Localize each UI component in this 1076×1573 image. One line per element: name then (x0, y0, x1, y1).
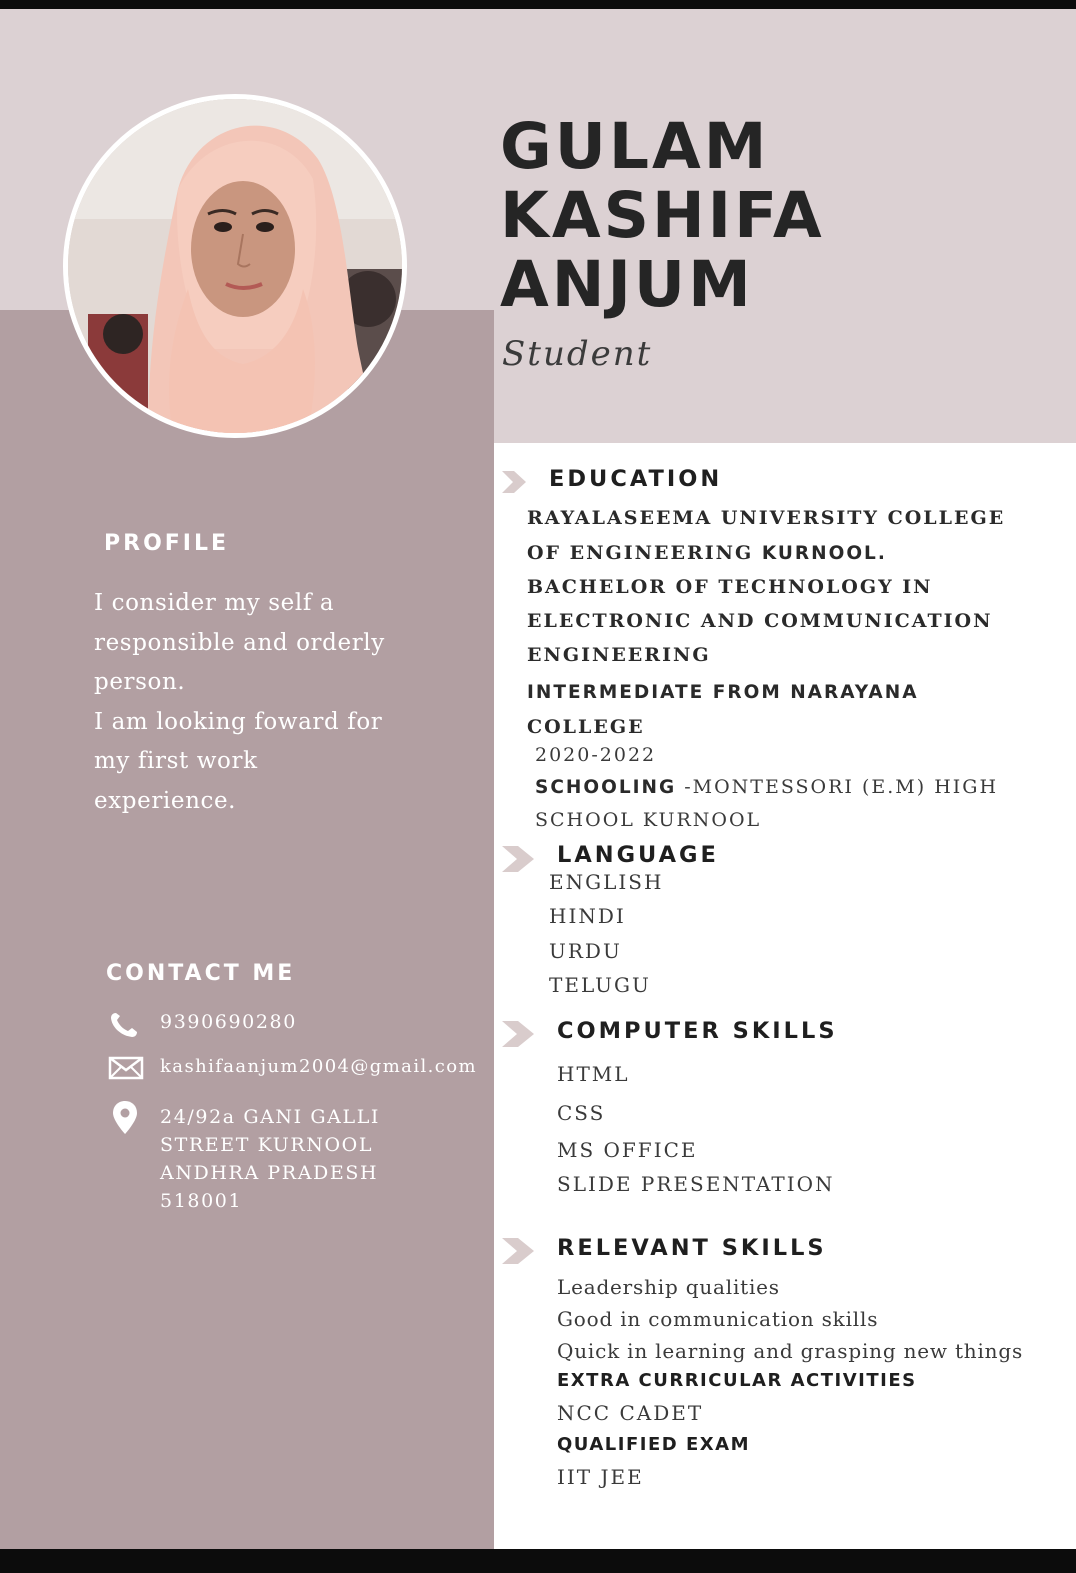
computer-skill-item: CSS (557, 1101, 606, 1125)
profile-line: my first work (94, 748, 258, 774)
location-pin-icon (113, 1101, 137, 1134)
education-degree-line: ENGINEERING (527, 644, 711, 666)
address-line: STREET KURNOOL (160, 1134, 374, 1156)
schooling-detail: -MONTESSORI (E.M) HIGH (676, 776, 999, 798)
education-intermediate-line: INTERMEDIATE FROM NARAYANA (527, 682, 919, 703)
education-degree-line: ELECTRONIC AND COMMUNICATION (527, 610, 993, 632)
address-line: 518001 (160, 1190, 243, 1212)
profile-line: I am looking foward for (94, 708, 383, 735)
relevant-skill-item: Quick in learning and grasping new thing… (557, 1339, 1024, 1363)
university-line-part: OF ENGINEERING (527, 542, 762, 564)
profile-line: I consider my self a (94, 590, 335, 616)
phone-icon (111, 1013, 137, 1037)
profile-line: person. (94, 669, 186, 695)
phone-number[interactable]: 9390690280 (160, 1011, 297, 1033)
education-university-line: OF ENGINEERING KURNOOL. (527, 542, 887, 564)
bottom-border (0, 1549, 1076, 1573)
education-university-line: RAYALASEEMA UNIVERSITY COLLEGE (527, 507, 1006, 529)
schooling-label: SCHOOLING (535, 777, 677, 798)
relevant-skill-item: Leadership qualities (557, 1275, 780, 1299)
section-arrow-icon (502, 1021, 534, 1047)
extra-curricular-item: NCC CADET (557, 1401, 704, 1425)
profile-line: responsible and orderly (94, 629, 385, 656)
top-border (0, 0, 1076, 9)
portrait-photo (63, 94, 407, 438)
language-item: TELUGU (549, 973, 651, 997)
relevant-skills-heading: RELEVANT SKILLS (557, 1235, 827, 1261)
sidebar (0, 310, 494, 1549)
name-line-middle: KASHIFA (500, 179, 825, 252)
language-item: ENGLISH (549, 870, 664, 894)
education-years: 2020-2022 (535, 744, 657, 766)
portrait-illustration (68, 99, 402, 433)
profile-heading: PROFILE (104, 531, 230, 556)
job-title: Student (502, 334, 653, 374)
education-schooling-line: SCHOOLING -MONTESSORI (E.M) HIGH (535, 776, 998, 798)
computer-skill-item: HTML (557, 1062, 630, 1086)
section-arrow-icon (502, 471, 526, 493)
relevant-skill-item: Good in communication skills (557, 1307, 879, 1331)
profile-line: experience. (94, 787, 237, 814)
education-schooling-line: SCHOOL KURNOOL (535, 809, 762, 831)
name-line-last: ANJUM (500, 248, 754, 321)
address-line: ANDHRA PRADESH (160, 1162, 379, 1184)
university-city: KURNOOL. (761, 543, 887, 564)
email-icon (108, 1056, 144, 1080)
profile-text: I consider my self a responsible and ord… (94, 584, 434, 821)
qualified-exam-item: IIT JEE (557, 1465, 644, 1489)
section-arrow-icon (502, 1238, 534, 1264)
email-address[interactable]: kashifaanjum2004@gmail.com (160, 1056, 477, 1077)
language-heading: LANGUAGE (557, 842, 719, 868)
section-arrow-icon (502, 846, 534, 872)
full-name: GULAM KASHIFA ANJUM (500, 112, 825, 319)
education-heading: EDUCATION (549, 466, 723, 492)
education-degree-line: BACHELOR OF TECHNOLOGY IN (527, 576, 933, 598)
computer-skill-item: SLIDE PRESENTATION (557, 1172, 835, 1196)
education-intermediate-line: COLLEGE (527, 716, 645, 738)
extra-curricular-heading: EXTRA CURRICULAR ACTIVITIES (557, 1370, 917, 1391)
computer-skills-heading: COMPUTER SKILLS (557, 1018, 838, 1044)
postal-address: 24/92a GANI GALLI STREET KURNOOL ANDHRA … (160, 1103, 380, 1215)
language-item: URDU (549, 939, 622, 963)
language-item: HINDI (549, 904, 626, 928)
computer-skill-item: MS OFFICE (557, 1138, 698, 1162)
contact-heading: CONTACT ME (106, 961, 296, 986)
qualified-exam-heading: QUALIFIED EXAM (557, 1434, 750, 1455)
address-line: 24/92a GANI GALLI (160, 1106, 381, 1128)
name-line-first: GULAM (500, 110, 770, 183)
